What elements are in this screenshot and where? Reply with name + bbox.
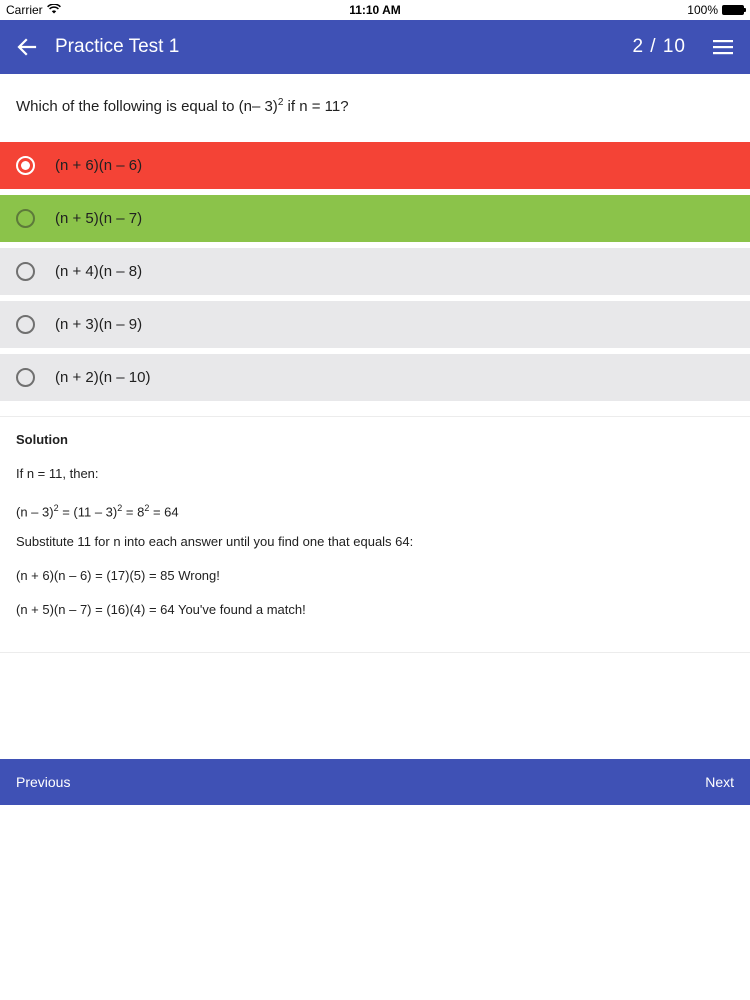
solution-line: (n + 6)(n – 6) = (17)(5) = 85 Wrong! [16, 568, 220, 583]
question-prefix: Which of the following is equal to (n– 3… [16, 98, 278, 115]
question-counter: 2 / 10 [632, 36, 686, 57]
app-bar: Practice Test 1 2 / 10 [0, 20, 750, 74]
radio-icon[interactable] [16, 209, 35, 228]
equation-part: = 64 [149, 504, 179, 520]
radio-icon[interactable] [16, 315, 35, 334]
equation-part: = 8 [122, 504, 145, 520]
menu-button[interactable] [706, 30, 740, 64]
equation-part: (n – 3) [16, 504, 54, 520]
battery-info: 100% [687, 3, 746, 17]
status-bar: Carrier 11:10 AM 100% [0, 0, 750, 20]
next-button[interactable]: Next [705, 759, 734, 805]
question-text: Which of the following is equal to (n– 3… [16, 90, 736, 120]
back-button[interactable] [10, 30, 44, 64]
solution-line: (n + 5)(n – 7) = (16)(4) = 64 You've fou… [16, 602, 306, 617]
answer-option-3[interactable]: (n + 4)(n – 8) [0, 248, 750, 295]
solution-line: Substitute 11 for n into each answer unt… [16, 534, 414, 549]
answer-option-label: (n + 6)(n – 6) [55, 157, 143, 174]
question-suffix: if n = 11? [283, 98, 349, 115]
answer-option-5[interactable]: (n + 2)(n – 10) [0, 354, 750, 401]
answer-option-label: (n + 5)(n – 7) [55, 210, 143, 227]
radio-icon[interactable] [16, 262, 35, 281]
answer-option-1[interactable]: (n + 6)(n – 6) [0, 142, 750, 189]
answer-options: (n + 6)(n – 6) (n + 5)(n – 7) (n + 4)(n … [0, 142, 750, 407]
answer-option-label: (n + 4)(n – 8) [55, 263, 143, 280]
battery-icon [722, 5, 746, 15]
radio-icon[interactable] [16, 368, 35, 387]
bottom-navigation: Previous Next [0, 759, 750, 805]
battery-label: 100% [687, 3, 718, 17]
divider [0, 652, 750, 653]
radio-selected-icon[interactable] [16, 156, 35, 175]
divider [0, 416, 750, 417]
answer-option-label: (n + 2)(n – 10) [55, 369, 151, 386]
answer-option-2[interactable]: (n + 5)(n – 7) [0, 195, 750, 242]
menu-icon [713, 40, 733, 55]
previous-button[interactable]: Previous [16, 759, 70, 805]
page-title: Practice Test 1 [55, 36, 180, 57]
arrow-left-icon [17, 38, 37, 56]
answer-option-label: (n + 3)(n – 9) [55, 316, 143, 333]
solution-panel: Solution If n = 11, then: (n – 3)2 = (11… [16, 432, 736, 636]
solution-heading: Solution [16, 432, 68, 447]
solution-line: If n = 11, then: [16, 466, 99, 481]
answer-option-4[interactable]: (n + 3)(n – 9) [0, 301, 750, 348]
equation-part: = (11 – 3) [58, 504, 118, 520]
solution-equation: (n – 3)2 = (11 – 3)2 = 82 = 64 [16, 500, 736, 520]
clock: 11:10 AM [349, 3, 401, 17]
